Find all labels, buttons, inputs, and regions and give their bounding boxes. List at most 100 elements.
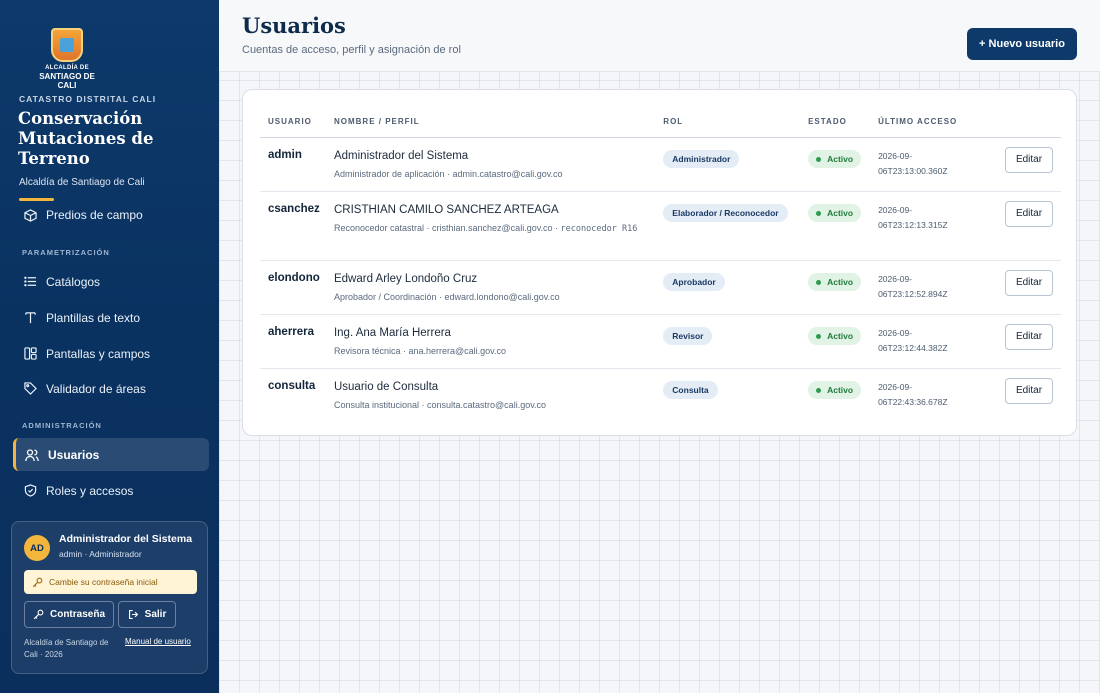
last-access-date: 2026-09- bbox=[878, 150, 913, 161]
status-text: Activo bbox=[827, 277, 854, 287]
sidebar-item-label: Plantillas de texto bbox=[46, 310, 141, 325]
status-badge: Activo bbox=[808, 273, 862, 291]
last-access: 2026-09- 06T22:43:36.678Z bbox=[878, 380, 968, 410]
logo-line2: SANTIAGO DE CALI bbox=[39, 72, 95, 90]
sidebar-item-label: Roles y accesos bbox=[46, 483, 134, 498]
coat-of-arms-icon bbox=[51, 28, 83, 62]
sidebar-item-catalogos[interactable]: Catálogos bbox=[13, 265, 209, 298]
full-name: Usuario de Consulta bbox=[333, 380, 439, 393]
profile-description: Reconocedor catastral · cristhian.sanche… bbox=[333, 222, 561, 233]
column-header-ultimo-acceso: ÚLTIMO ACCESO bbox=[870, 107, 997, 138]
system-title: Conservación Mutaciones de Terreno bbox=[18, 109, 154, 168]
last-access: 2026-09- 06T23:13:00.360Z bbox=[878, 149, 968, 179]
table-row: csanchez CRISTHIAN CAMILO SANCHEZ ARTEAG… bbox=[260, 191, 1061, 261]
status-text: Activo bbox=[827, 154, 854, 164]
profile-text: Aprobador / Coordinación · edward.london… bbox=[333, 291, 560, 302]
change-password-label: Contraseña bbox=[49, 609, 105, 620]
table-header-row: USUARIO NOMBRE / PERFIL ROL ESTADO ÚLTIM… bbox=[260, 107, 1061, 138]
status-dot-icon bbox=[816, 279, 822, 285]
logo-line1: ALCALDÍA DE bbox=[45, 65, 89, 71]
sidebar-item-label: Pantallas y campos bbox=[46, 346, 151, 361]
new-user-button[interactable]: + Nuevo usuario bbox=[967, 28, 1077, 60]
logout-label: Salir bbox=[144, 609, 167, 620]
last-access-date: 2026-09- bbox=[878, 204, 913, 215]
last-access-date: 2026-09- bbox=[878, 273, 913, 284]
table-row: elondono Edward Arley Londoño Cruz Aprob… bbox=[260, 260, 1061, 315]
user-card: AD Administrador del Sistema admin · Adm… bbox=[11, 521, 208, 674]
edit-button[interactable]: Editar bbox=[1005, 269, 1053, 296]
column-header-estado: ESTADO bbox=[800, 107, 871, 138]
table-row: admin Administrador del Sistema Administ… bbox=[260, 137, 1061, 192]
last-access: 2026-09- 06T23:12:52.894Z bbox=[878, 272, 968, 302]
last-access-time: 06T23:13:00.360Z bbox=[878, 165, 948, 176]
column-header-actions bbox=[997, 107, 1061, 138]
role-badge: Revisor bbox=[663, 326, 713, 345]
last-access-date: 2026-09- bbox=[878, 327, 913, 338]
status-badge: Activo bbox=[808, 204, 862, 222]
status-dot-icon bbox=[816, 156, 822, 162]
sidebar-footer: Alcaldía de Santiago de Cali · 2026 bbox=[24, 638, 109, 659]
sidebar-item-roles[interactable]: Roles y accesos bbox=[13, 474, 209, 507]
last-access: 2026-09- 06T23:12:44.382Z bbox=[878, 326, 968, 356]
status-text: Activo bbox=[827, 385, 854, 395]
edit-button[interactable]: Editar bbox=[1005, 377, 1053, 404]
shield-icon bbox=[23, 484, 37, 498]
key-icon bbox=[33, 609, 44, 620]
username: aherrera bbox=[268, 325, 315, 338]
table-row: aherrera Ing. Ana María Herrera Revisora… bbox=[260, 314, 1061, 369]
tag-icon bbox=[23, 382, 37, 396]
list-icon bbox=[23, 275, 37, 289]
column-header-nombre: NOMBRE / PERFIL bbox=[325, 107, 656, 138]
status-dot-icon bbox=[816, 333, 822, 339]
logout-icon bbox=[128, 609, 139, 620]
text-icon bbox=[23, 311, 37, 325]
profile-text: Revisora técnica · ana.herrera@cali.gov.… bbox=[333, 345, 507, 356]
last-access-time: 06T22:43:36.678Z bbox=[878, 396, 948, 407]
username: admin bbox=[268, 148, 302, 161]
sidebar-item-plantillas[interactable]: Plantillas de texto bbox=[13, 301, 209, 334]
status-badge: Activo bbox=[808, 381, 862, 399]
key-icon bbox=[32, 577, 43, 588]
username: elondono bbox=[268, 271, 320, 284]
status-text: Activo bbox=[827, 208, 854, 218]
last-access-time: 06T23:12:13.315Z bbox=[878, 219, 948, 230]
column-header-rol: ROL bbox=[655, 107, 801, 138]
role-badge: Aprobador bbox=[663, 272, 725, 291]
user-manual-link[interactable]: Manual de usuario bbox=[125, 637, 191, 646]
last-access-date: 2026-09- bbox=[878, 381, 913, 392]
status-badge: Activo bbox=[808, 150, 862, 168]
user-name: Administrador del Sistema bbox=[59, 533, 193, 545]
profile-text: Consulta institucional · consulta.catast… bbox=[333, 399, 547, 410]
sidebar-item-usuarios[interactable]: Usuarios bbox=[13, 438, 209, 471]
change-password-button[interactable]: Contraseña bbox=[24, 601, 114, 628]
status-dot-icon bbox=[816, 387, 822, 393]
sidebar-item-label: Catálogos bbox=[46, 274, 101, 289]
page-header: Usuarios Cuentas de acceso, perfil y asi… bbox=[219, 0, 1100, 72]
edit-button[interactable]: Editar bbox=[1005, 323, 1053, 350]
password-warning[interactable]: Cambie su contraseña inicial bbox=[24, 570, 197, 594]
password-warning-text: Cambie su contraseña inicial bbox=[49, 577, 158, 587]
status-badge: Activo bbox=[808, 327, 862, 345]
role-badge: Administrador bbox=[663, 149, 740, 168]
system-subtitle: Alcaldía de Santiago de Cali bbox=[19, 177, 145, 188]
cali-logo: ALCALDÍA DE SANTIAGO DE CALI bbox=[30, 28, 104, 90]
full-name: Administrador del Sistema bbox=[333, 149, 469, 162]
logout-button[interactable]: Salir bbox=[118, 601, 176, 628]
system-eyebrow: CATASTRO DISTRITAL CALI bbox=[19, 94, 157, 104]
user-role: admin · Administrador bbox=[59, 549, 142, 559]
sidebar-item-predios-campo[interactable]: Predios de campo bbox=[13, 199, 209, 229]
last-access-time: 06T23:12:52.894Z bbox=[878, 288, 948, 299]
sidebar-item-pantallas[interactable]: Pantallas y campos bbox=[13, 337, 209, 370]
status-text: Activo bbox=[827, 331, 854, 341]
last-access: 2026-09- 06T23:12:13.315Z bbox=[878, 203, 968, 233]
page-subtitle: Cuentas de acceso, perfil y asignación d… bbox=[242, 44, 461, 56]
full-name: Ing. Ana María Herrera bbox=[333, 326, 451, 339]
section-parametrizacion: PARAMETRIZACIÓN bbox=[22, 248, 110, 257]
sidebar-item-label: Predios de campo bbox=[46, 208, 143, 222]
box-icon bbox=[23, 208, 37, 222]
edit-button[interactable]: Editar bbox=[1005, 146, 1053, 173]
sidebar-item-validador[interactable]: Validador de áreas bbox=[13, 372, 209, 405]
section-administracion: ADMINISTRACIÓN bbox=[22, 421, 102, 430]
role-badge: Consulta bbox=[663, 380, 718, 399]
edit-button[interactable]: Editar bbox=[1005, 200, 1053, 227]
